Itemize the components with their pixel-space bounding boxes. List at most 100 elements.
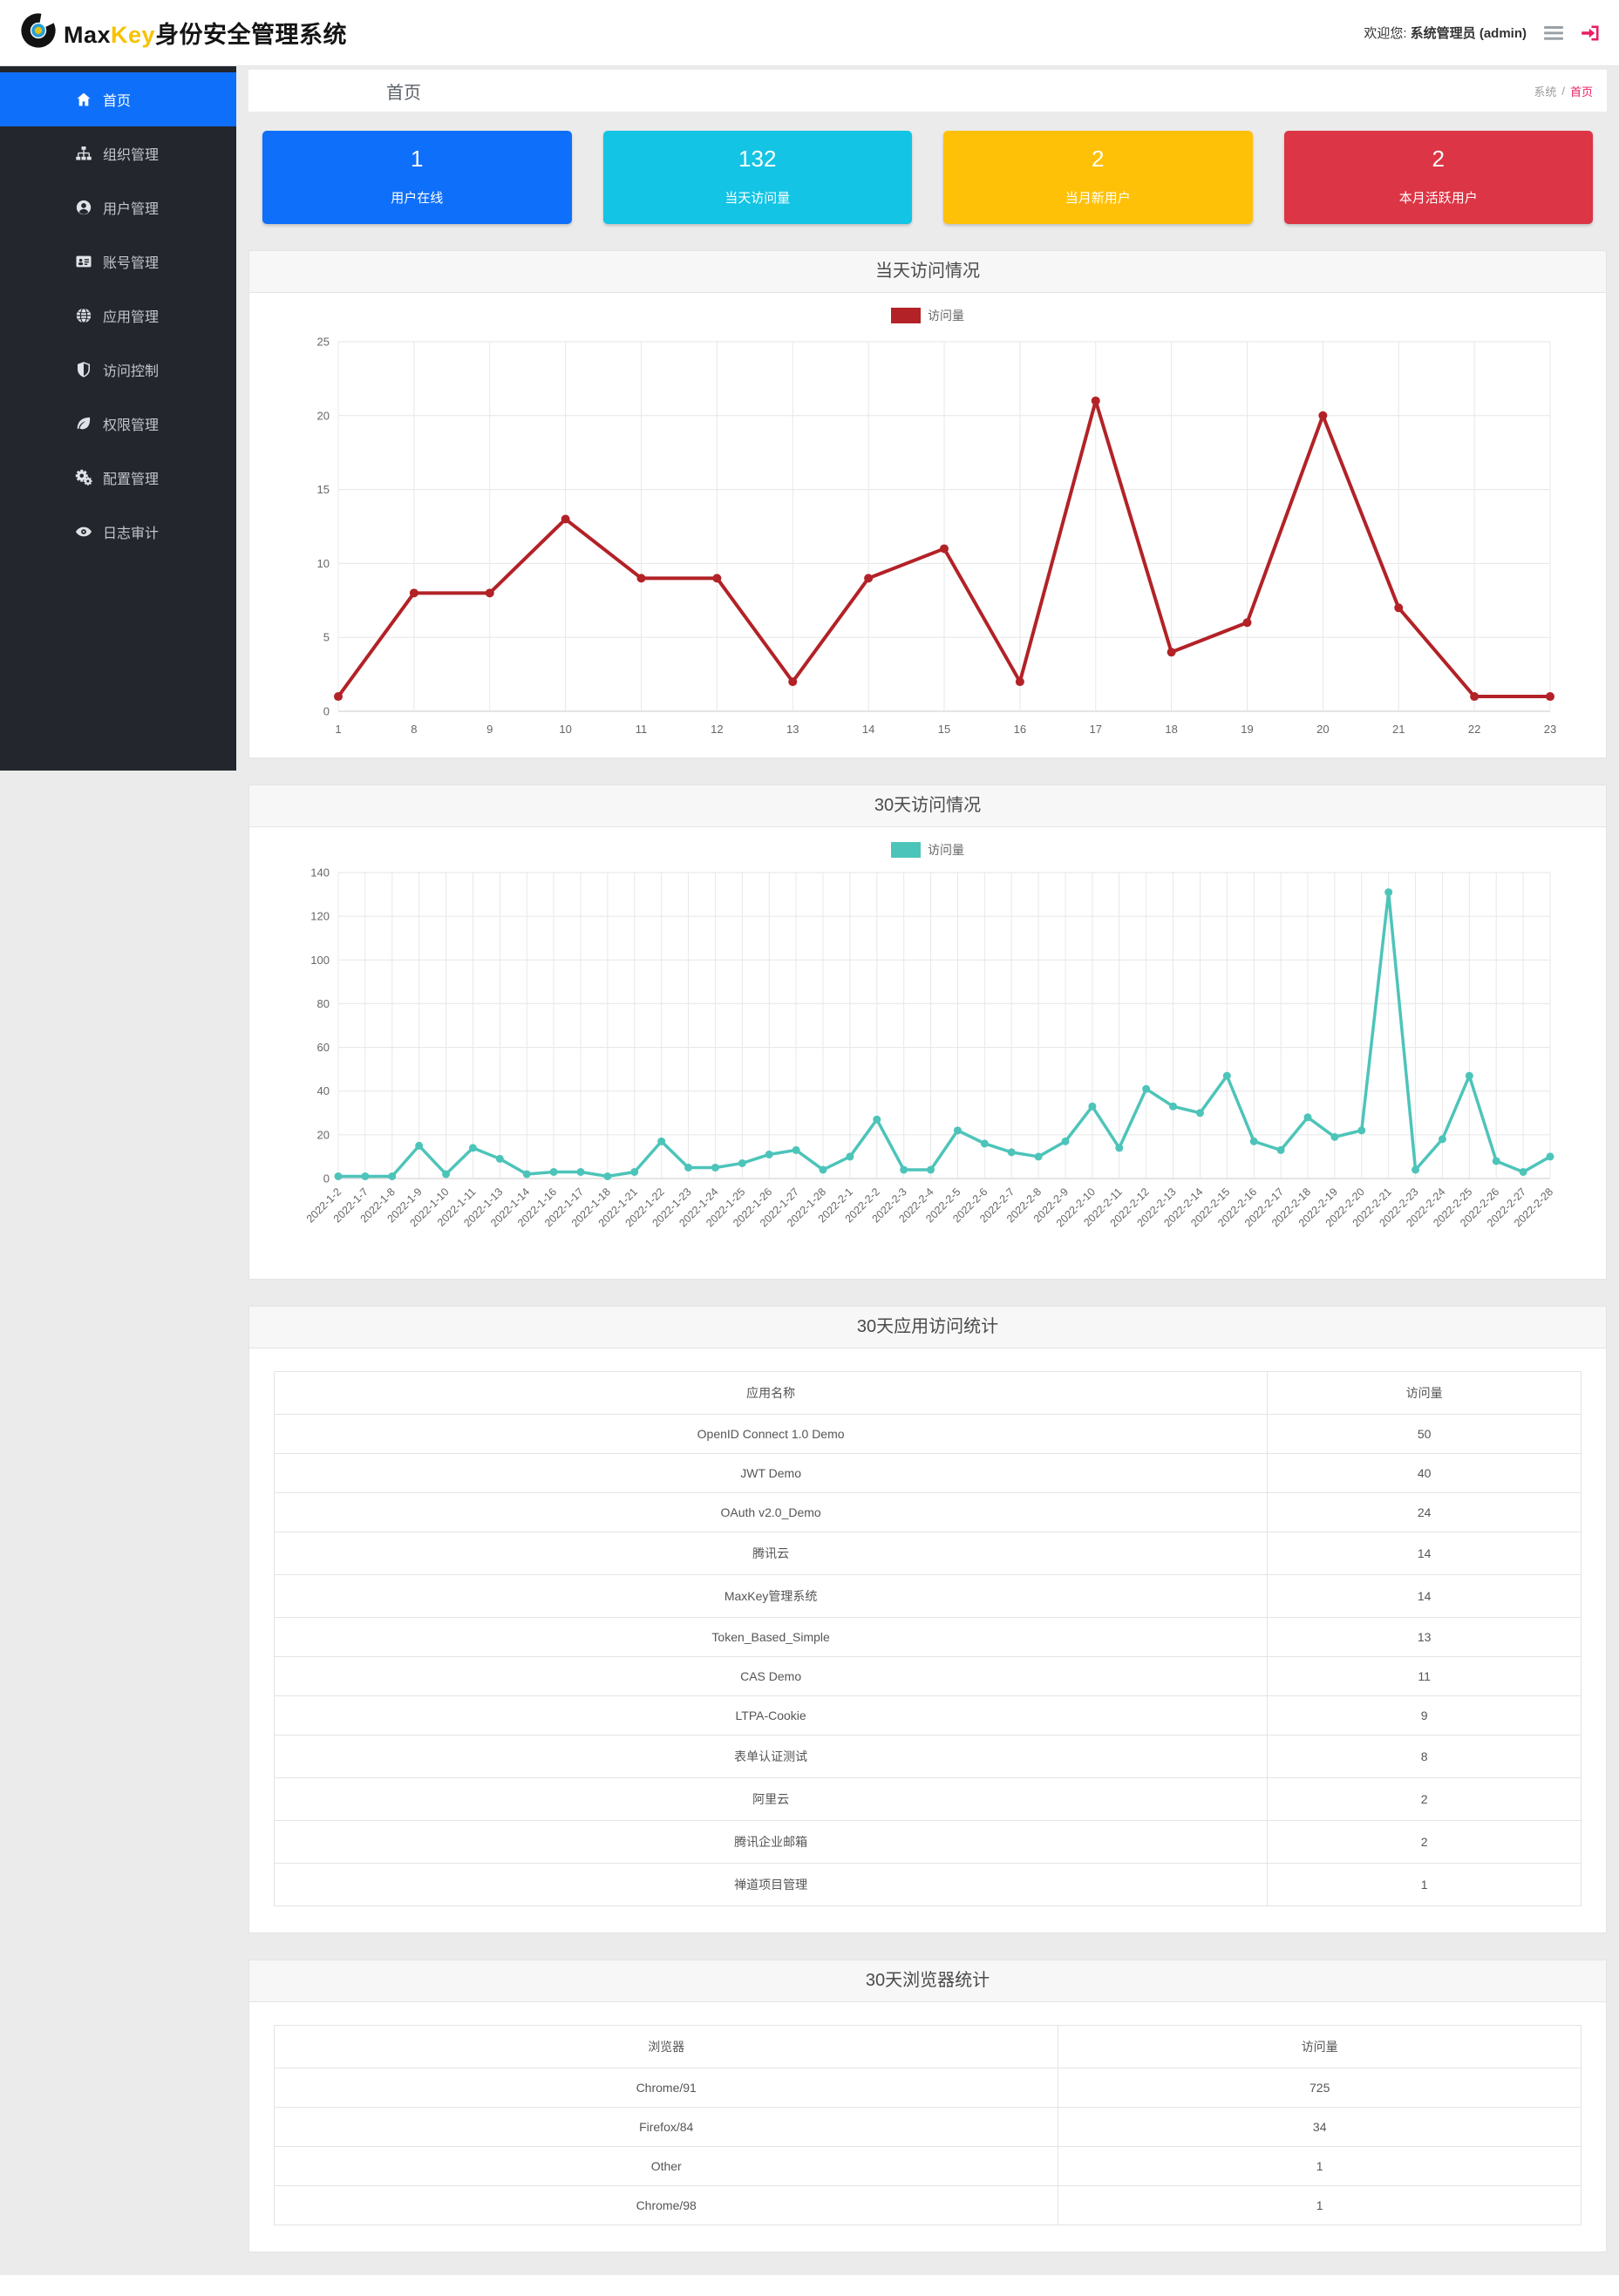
- table-row: OpenID Connect 1.0 Demo50: [275, 1415, 1582, 1454]
- table-row: Chrome/91725: [275, 2068, 1582, 2108]
- welcome-text: 欢迎您: 系统管理员 (admin): [1364, 24, 1527, 42]
- data-point: [603, 1172, 611, 1180]
- current-user: 系统管理员 (admin): [1411, 26, 1527, 41]
- svg-text:16: 16: [1014, 723, 1026, 736]
- data-point: [1243, 618, 1252, 627]
- stat-card-label: 本月活跃用户: [1284, 188, 1594, 207]
- column-header: 访问量: [1268, 1372, 1582, 1415]
- svg-text:23: 23: [1544, 723, 1556, 736]
- table-cell: 禅道项目管理: [275, 1864, 1268, 1906]
- table-row: MaxKey管理系统14: [275, 1575, 1582, 1618]
- data-point: [1466, 1072, 1473, 1080]
- svg-text:14: 14: [862, 723, 874, 736]
- line-series: [338, 893, 1550, 1177]
- data-point: [496, 1155, 504, 1163]
- data-point: [765, 1151, 773, 1158]
- table-row: 腾讯企业邮箱2: [275, 1821, 1582, 1864]
- svg-text:11: 11: [636, 723, 648, 736]
- table-row: Chrome/981: [275, 2186, 1582, 2225]
- data-point: [1196, 1109, 1204, 1117]
- svg-text:15: 15: [317, 483, 330, 496]
- stat-card-value: 2: [943, 131, 1253, 173]
- line-chart-30days: 0204060801001201402022-1-22022-1-72022-1…: [249, 859, 1606, 1279]
- svg-text:15: 15: [938, 723, 950, 736]
- svg-text:13: 13: [786, 723, 799, 736]
- data-point: [1493, 1157, 1500, 1165]
- data-point: [1357, 1126, 1365, 1134]
- data-point: [1223, 1072, 1231, 1080]
- chart-legend: 访问量: [249, 293, 1606, 324]
- table-cell: MaxKey管理系统: [275, 1575, 1268, 1618]
- table-cell: OAuth v2.0_Demo: [275, 1493, 1268, 1532]
- legend-label: 访问量: [928, 841, 964, 859]
- svg-text:1: 1: [335, 723, 341, 736]
- data-point: [1470, 692, 1479, 701]
- table-cell: CAS Demo: [275, 1657, 1268, 1696]
- table-header-row: 应用名称访问量: [275, 1372, 1582, 1415]
- sidebar-item-home[interactable]: 首页: [0, 72, 236, 126]
- breadcrumb-section[interactable]: 系统: [1534, 83, 1556, 99]
- table-cell: 腾讯企业邮箱: [275, 1821, 1268, 1864]
- sidebar-item-permissions[interactable]: 权限管理: [0, 397, 236, 451]
- table-row: Firefox/8434: [275, 2108, 1582, 2147]
- table-cell: 40: [1268, 1454, 1582, 1493]
- user-circle-icon: [75, 199, 92, 216]
- data-point: [1088, 1103, 1096, 1111]
- column-header: 浏览器: [275, 2026, 1058, 2068]
- data-point: [1035, 1152, 1043, 1160]
- data-point: [1016, 677, 1024, 686]
- data-point: [711, 1164, 719, 1172]
- table-row: 禅道项目管理1: [275, 1864, 1582, 1906]
- data-point: [712, 574, 721, 582]
- sidebar-item-accounts[interactable]: 账号管理: [0, 234, 236, 289]
- data-point: [1520, 1168, 1527, 1176]
- table-row: OAuth v2.0_Demo24: [275, 1493, 1582, 1532]
- data-point: [637, 574, 646, 582]
- panel-today-visits: 当天访问情况 访问量 05101520251891011121314151617…: [248, 250, 1607, 758]
- sidebar-item-access[interactable]: 访问控制: [0, 343, 236, 397]
- logout-icon[interactable]: [1581, 24, 1600, 42]
- svg-text:20: 20: [317, 409, 330, 422]
- top-bar: MaxKey身份安全管理系统 欢迎您: 系统管理员 (admin): [0, 0, 1619, 66]
- hamburger-icon[interactable]: [1544, 25, 1563, 41]
- table-cell: 34: [1058, 2108, 1582, 2147]
- svg-text:0: 0: [323, 1172, 330, 1185]
- data-point: [561, 515, 570, 524]
- sidebar-item-apps[interactable]: 应用管理: [0, 289, 236, 343]
- globe-icon: [75, 307, 92, 324]
- table-cell: 2: [1268, 1778, 1582, 1821]
- stat-card-label: 用户在线: [262, 188, 572, 207]
- table-cell: 1: [1058, 2147, 1582, 2186]
- app-visits-table: 应用名称访问量OpenID Connect 1.0 Demo50JWT Demo…: [274, 1371, 1582, 1906]
- sidebar-item-audit[interactable]: 日志审计: [0, 505, 236, 559]
- data-point: [442, 1170, 450, 1178]
- data-point: [550, 1168, 558, 1176]
- table-cell: Firefox/84: [275, 2108, 1058, 2147]
- panel-browser-stats: 30天浏览器统计 浏览器访问量Chrome/91725Firefox/8434O…: [248, 1960, 1607, 2252]
- table-cell: Other: [275, 2147, 1058, 2186]
- data-point: [1092, 397, 1100, 405]
- sidebar-item-users[interactable]: 用户管理: [0, 180, 236, 234]
- page-title: 首页: [248, 78, 421, 104]
- app-logo: MaxKey身份安全管理系统: [19, 11, 347, 54]
- sidebar-item-org[interactable]: 组织管理: [0, 126, 236, 180]
- stat-card-0: 1用户在线: [262, 131, 572, 224]
- table-cell: Chrome/98: [275, 2186, 1058, 2225]
- data-point: [523, 1170, 531, 1178]
- data-point: [334, 692, 343, 701]
- svg-text:5: 5: [323, 631, 330, 644]
- line-chart-today: 0510152025189101112131415161718192021222…: [249, 324, 1606, 757]
- table-cell: 14: [1268, 1532, 1582, 1575]
- table-cell: 1: [1268, 1864, 1582, 1906]
- maxkey-logo-icon: [19, 11, 58, 54]
- id-card-icon: [75, 253, 92, 270]
- panel-title: 30天应用访问统计: [249, 1307, 1606, 1348]
- app-title: MaxKey身份安全管理系统: [64, 16, 347, 50]
- data-point: [1169, 1103, 1177, 1111]
- panel-app-stats: 30天应用访问统计 应用名称访问量OpenID Connect 1.0 Demo…: [248, 1306, 1607, 1933]
- sidebar-item-config[interactable]: 配置管理: [0, 451, 236, 505]
- table-cell: 9: [1268, 1696, 1582, 1736]
- sidebar-item-label: 访问控制: [103, 359, 159, 380]
- data-point: [684, 1164, 692, 1172]
- data-point: [900, 1165, 908, 1173]
